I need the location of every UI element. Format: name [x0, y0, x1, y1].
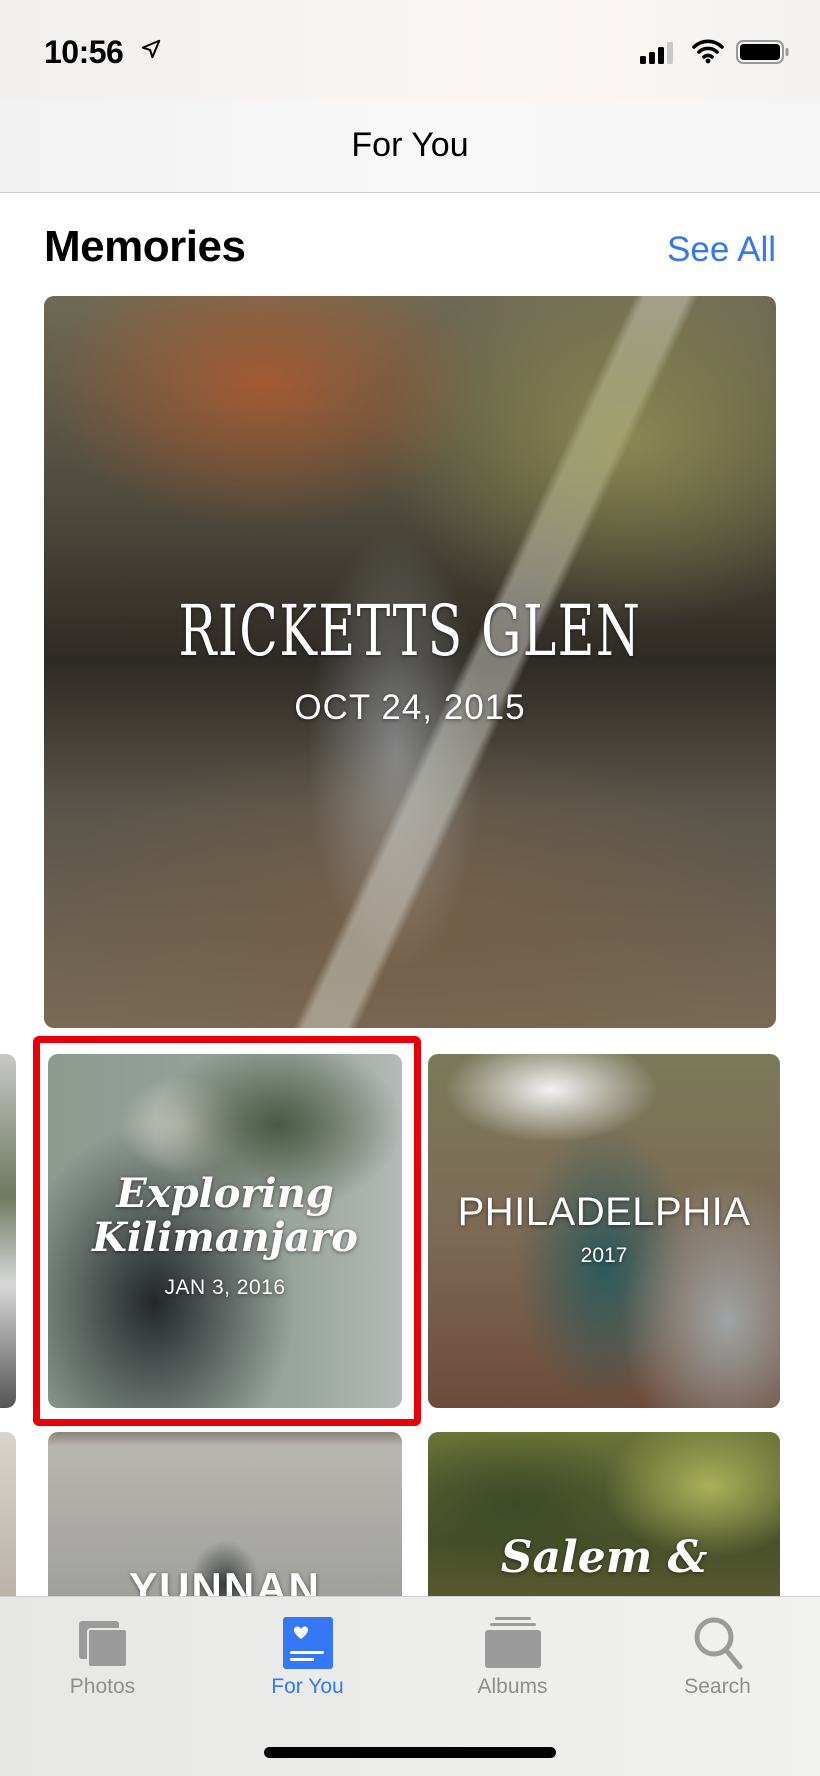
status-time: 10:56: [44, 34, 124, 70]
memory-card-ricketts-glen[interactable]: RICKETTS GLEN OCT 24, 2015: [44, 296, 776, 1028]
see-all-button[interactable]: See All: [667, 230, 776, 270]
tab-label: For You: [271, 1675, 344, 1698]
status-bar: 10:56: [0, 0, 820, 100]
wifi-icon: [692, 39, 724, 64]
selection-highlight-box: [33, 1036, 421, 1426]
photos-stack-icon: [78, 1621, 128, 1668]
search-icon: [694, 1617, 742, 1670]
memory-photo: [0, 1432, 16, 1612]
memory-date: OCT 24, 2015: [294, 688, 526, 727]
home-indicator[interactable]: [264, 1747, 556, 1758]
memory-title: Salem &: [500, 1532, 708, 1583]
memory-date: 2017: [580, 1244, 628, 1267]
battery-icon: [736, 40, 789, 64]
memory-photo: [428, 1432, 780, 1612]
albums-stack-icon: [484, 1617, 541, 1668]
memory-card-partial-left-2[interactable]: [0, 1432, 16, 1612]
tab-search[interactable]: Search: [615, 1597, 820, 1698]
memories-section-title: Memories: [44, 222, 246, 271]
memory-title: RICKETTS GLEN: [178, 590, 642, 672]
memory-photo: [0, 1054, 16, 1408]
page-title: For You: [351, 126, 469, 164]
tab-albums[interactable]: Albums: [410, 1597, 615, 1698]
memory-card-salem[interactable]: Salem &: [428, 1432, 780, 1612]
memory-card-partial-left[interactable]: [0, 1054, 16, 1408]
location-arrow-icon: [141, 39, 161, 59]
memory-title: PHILADELPHIA: [457, 1190, 751, 1234]
tab-label: Photos: [69, 1675, 136, 1698]
memory-card-philadelphia[interactable]: PHILADELPHIA 2017: [428, 1054, 780, 1408]
tab-photos[interactable]: Photos: [0, 1597, 205, 1698]
memory-card-yunnan[interactable]: YUNNAN: [48, 1432, 402, 1612]
cellular-signal-icon: [640, 42, 673, 64]
for-you-heart-card-icon: [282, 1617, 333, 1669]
tab-label: Search: [684, 1675, 751, 1698]
tab-label: Albums: [477, 1675, 548, 1698]
tab-for-you[interactable]: For You: [205, 1597, 410, 1698]
navigation-bar: For You: [0, 100, 820, 193]
